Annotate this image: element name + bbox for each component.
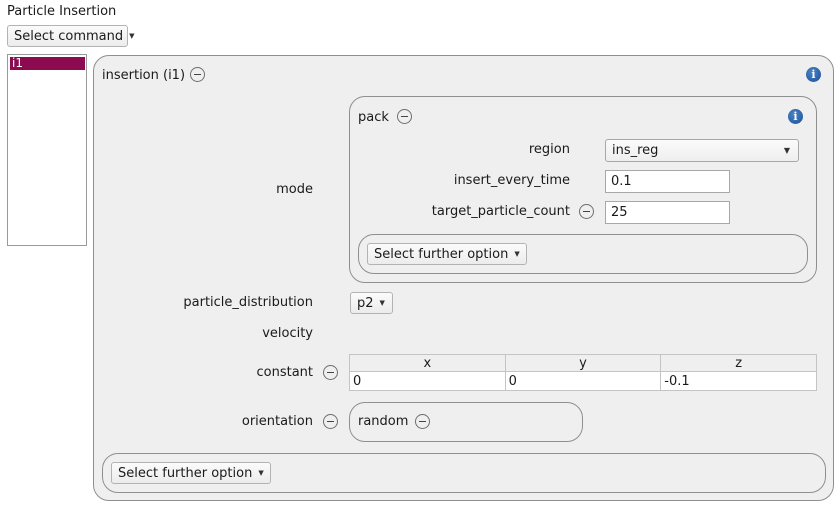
region-select[interactable]: ins_reg ▼: [605, 139, 799, 162]
column-header-x: x: [349, 354, 506, 372]
particle-distribution-value: p2: [357, 295, 374, 311]
region-label: region: [528, 142, 570, 157]
insertion-info-icon[interactable]: i: [806, 67, 821, 82]
remove-pack-minus-icon[interactable]: [397, 109, 412, 124]
dropdown-arrow-icon: ▼: [783, 146, 790, 155]
remove-target-particle-count-minus-icon[interactable]: [579, 204, 594, 219]
remove-orientation-value-minus-icon[interactable]: [415, 414, 430, 429]
target-particle-count-label: target_particle_count: [431, 204, 570, 219]
particle-distribution-select[interactable]: p2 ▼: [350, 292, 393, 314]
dropdown-arrow-icon: ▼: [514, 250, 520, 258]
column-header-z: z: [660, 354, 817, 372]
constant-vector-table: x y z 0 0 -0.1: [349, 354, 817, 391]
orientation-value: random: [358, 414, 409, 429]
orientation-label: orientation: [241, 414, 313, 429]
remove-constant-minus-icon[interactable]: [323, 365, 338, 380]
dropdown-arrow-icon: ▼: [258, 469, 264, 477]
remove-insertion-minus-icon[interactable]: [190, 67, 205, 82]
pack-select-further-option-button[interactable]: Select further option ▼: [367, 243, 527, 265]
select-command-button[interactable]: Select command ▼: [7, 25, 135, 47]
remove-orientation-minus-icon[interactable]: [323, 414, 338, 429]
constant-label: constant: [256, 365, 313, 380]
orientation-group: random: [349, 402, 583, 442]
insertion-further-option-label: Select further option: [118, 465, 253, 481]
pack-group: pack i region ins_reg ▼ insert_every_tim…: [349, 96, 817, 283]
pack-info-icon[interactable]: i: [788, 109, 803, 124]
list-item[interactable]: i1: [10, 57, 85, 70]
constant-z-cell[interactable]: -0.1: [660, 371, 817, 391]
insertion-group: insertion (i1) i mode pack i region ins_…: [93, 55, 834, 501]
pack-title: pack: [358, 110, 389, 125]
insertion-title: insertion (i1): [102, 68, 186, 83]
mode-label: mode: [276, 182, 313, 197]
region-value: ins_reg: [612, 143, 659, 158]
constant-y-cell[interactable]: 0: [504, 371, 662, 391]
table-row: 0 0 -0.1: [349, 371, 817, 391]
insert-every-time-field[interactable]: 0.1: [605, 170, 730, 193]
insertion-further-option-group: Select further option ▼: [102, 453, 826, 493]
pack-further-option-group: Select further option ▼: [358, 234, 808, 274]
dropdown-arrow-icon: ▼: [129, 32, 135, 40]
select-command-label: Select command: [14, 28, 124, 44]
dropdown-arrow-icon: ▼: [379, 299, 385, 307]
insertion-select-further-option-button[interactable]: Select further option ▼: [111, 462, 271, 484]
velocity-label: velocity: [262, 326, 313, 341]
target-particle-count-field[interactable]: 25: [605, 201, 730, 224]
insert-every-time-label: insert_every_time: [453, 173, 570, 188]
pack-further-option-label: Select further option: [374, 246, 509, 262]
insertion-list[interactable]: i1: [7, 54, 87, 246]
constant-x-cell[interactable]: 0: [349, 371, 506, 391]
page-title: Particle Insertion: [7, 4, 117, 19]
column-header-y: y: [504, 354, 662, 372]
particle-distribution-label: particle_distribution: [183, 295, 313, 310]
